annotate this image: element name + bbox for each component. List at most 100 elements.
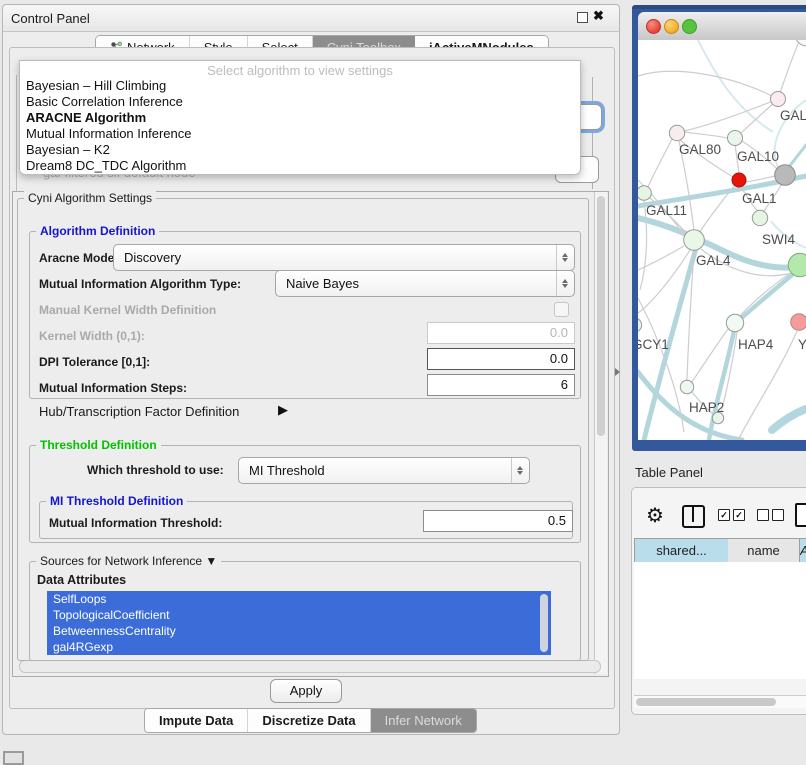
float-window-icon[interactable] bbox=[577, 12, 588, 23]
list-item[interactable]: gal4RGexp bbox=[47, 639, 551, 655]
scrollbar-thumb[interactable] bbox=[636, 698, 776, 706]
mi-type-combobox[interactable]: Naive Bayes bbox=[275, 270, 575, 297]
unchecked-checkbox-icon[interactable] bbox=[757, 509, 769, 521]
control-panel-title: Control Panel bbox=[11, 11, 90, 26]
window-restore-icon[interactable] bbox=[3, 751, 24, 765]
node-swi4[interactable] bbox=[752, 210, 767, 225]
combo-spinner-icon bbox=[556, 271, 574, 296]
scrollbar-thumb[interactable] bbox=[597, 196, 605, 436]
data-attributes-list[interactable]: SelfLoops TopologicalCoefficient Between… bbox=[47, 591, 551, 655]
which-threshold-combobox[interactable]: MI Threshold bbox=[238, 457, 530, 484]
collapse-arrow-icon[interactable]: ▼ bbox=[205, 554, 217, 568]
algorithm-definition-title: Algorithm Definition bbox=[36, 224, 159, 238]
mi-type-value: Naive Bayes bbox=[276, 276, 556, 291]
list-item[interactable]: SelfLoops bbox=[47, 591, 551, 607]
unchecked-checkbox-icon[interactable] bbox=[772, 509, 784, 521]
document-icon[interactable] bbox=[795, 503, 806, 527]
network-graph: GAL GAL80 GAL10 GAL1 GAL11 SWI4 GAL4 GCY… bbox=[638, 40, 806, 440]
popup-item-selected[interactable]: ARACNE Algorithm bbox=[26, 110, 146, 126]
algorithm-dropdown-popup: Select algorithm to view settings Bayesi… bbox=[19, 60, 581, 175]
network-canvas[interactable]: GAL GAL80 GAL10 GAL1 GAL11 SWI4 GAL4 GCY… bbox=[638, 40, 806, 440]
which-threshold-label: Which threshold to use: bbox=[87, 463, 224, 477]
sources-group-title: Sources for Network Inference ▼ bbox=[36, 554, 221, 568]
close-icon[interactable]: ✖ bbox=[593, 8, 604, 24]
popup-item[interactable]: Basic Correlation Inference bbox=[26, 94, 183, 110]
which-threshold-value: MI Threshold bbox=[239, 463, 511, 478]
node-label: GAL bbox=[780, 108, 806, 123]
node-hap2[interactable] bbox=[680, 380, 693, 393]
tab-impute-data[interactable]: Impute Data bbox=[145, 709, 248, 732]
gear-icon[interactable]: ⚙ bbox=[646, 503, 664, 528]
list-scrollbar-thumb[interactable] bbox=[540, 594, 548, 652]
mi-steps-label: Mutual Information Steps: bbox=[39, 381, 187, 395]
network-window-titlebar[interactable] bbox=[638, 12, 806, 41]
vertical-scrollbar[interactable] bbox=[594, 192, 607, 674]
horizontal-scrollbar[interactable] bbox=[19, 660, 601, 673]
node-label: HAP2 bbox=[689, 400, 724, 415]
node-label: GAL4 bbox=[696, 253, 731, 268]
table-horizontal-scrollbar[interactable] bbox=[634, 695, 806, 708]
column-header-clipped[interactable]: A bbox=[800, 538, 806, 563]
node-gal80[interactable] bbox=[669, 125, 684, 140]
split-view-icon[interactable] bbox=[682, 505, 705, 528]
list-item[interactable]: BetweennessCentrality bbox=[47, 623, 551, 639]
node-gray[interactable] bbox=[775, 165, 796, 186]
manual-kernel-label: Manual Kernel Width Definition bbox=[39, 303, 216, 317]
combo-spinner-icon bbox=[556, 245, 574, 270]
mi-type-label: Mutual Information Algorithm Type: bbox=[39, 277, 241, 291]
node-gcy1[interactable] bbox=[638, 318, 642, 331]
popup-prompt: Select algorithm to view settings bbox=[20, 63, 580, 78]
hub-definition-label[interactable]: Hub/Transcription Factor Definition bbox=[39, 404, 239, 419]
tab-discretize-data[interactable]: Discretize Data bbox=[248, 709, 370, 732]
mi-threshold-label: Mutual Information Threshold: bbox=[49, 516, 222, 530]
popup-item[interactable]: Dream8 DC_TDC Algorithm bbox=[26, 158, 186, 174]
node-gal4[interactable] bbox=[684, 230, 705, 251]
aracne-mode-combobox[interactable]: Discovery bbox=[113, 244, 575, 271]
table-panel-title: Table Panel bbox=[635, 465, 703, 480]
zoom-traffic-light-icon[interactable] bbox=[682, 19, 697, 34]
data-attributes-label: Data Attributes bbox=[37, 573, 126, 587]
node-label: GAL80 bbox=[679, 142, 721, 157]
hidden-groupbox-edge-left bbox=[16, 75, 17, 191]
settings-group-title: Cyni Algorithm Settings bbox=[24, 191, 156, 205]
node-label: GCY1 bbox=[638, 337, 669, 352]
checked-checkbox-icon[interactable]: ✓ bbox=[718, 509, 730, 521]
dpi-tolerance-field[interactable]: 0.0 bbox=[427, 348, 575, 370]
node-gal11[interactable] bbox=[638, 186, 651, 201]
node-red[interactable] bbox=[732, 173, 746, 187]
list-item[interactable]: TopologicalCoefficient bbox=[47, 607, 551, 623]
aracne-mode-value: Discovery bbox=[114, 250, 556, 265]
node-label: HAP4 bbox=[738, 337, 774, 352]
node-hap4[interactable] bbox=[726, 314, 743, 331]
popup-item[interactable]: Bayesian – K2 bbox=[26, 142, 110, 158]
sources-title-text: Sources for Network Inference bbox=[40, 554, 202, 568]
node-gal10[interactable] bbox=[728, 131, 743, 146]
bottom-tabstrip: Impute Data Discretize Data Infer Networ… bbox=[144, 708, 477, 733]
apply-button[interactable]: Apply bbox=[270, 679, 342, 703]
node-label: GAL1 bbox=[742, 191, 777, 206]
tab-infer-network[interactable]: Infer Network bbox=[371, 709, 476, 732]
mi-steps-field[interactable]: 6 bbox=[427, 374, 575, 396]
kernel-width-label: Kernel Width (0,1): bbox=[39, 329, 145, 343]
close-traffic-light-icon[interactable] bbox=[646, 19, 661, 34]
checked-checkbox-icon[interactable]: ✓ bbox=[733, 509, 745, 521]
column-header-name[interactable]: name bbox=[728, 538, 800, 563]
node[interactable] bbox=[771, 92, 786, 107]
kernel-width-field[interactable]: 0.0 bbox=[427, 322, 575, 344]
popup-item[interactable]: Mutual Information Inference bbox=[26, 126, 191, 142]
splitter-handle-icon[interactable] bbox=[615, 368, 624, 376]
node-label: GAL11 bbox=[646, 203, 687, 218]
table-body[interactable]: YDL19...YDL19...13 YDR27...YDR27...12 YB… bbox=[634, 562, 806, 679]
control-panel-window: Control Panel ✖ Network Style Select Cyn… bbox=[2, 4, 620, 735]
node-label: Y bbox=[798, 337, 806, 352]
popup-item[interactable]: Bayesian – Hill Climbing bbox=[26, 78, 166, 94]
manual-kernel-checkbox[interactable] bbox=[554, 302, 569, 317]
control-panel-titlebar[interactable]: Control Panel ✖ bbox=[3, 5, 619, 32]
aracne-mode-label: Aracne Mode: bbox=[39, 251, 118, 265]
node[interactable] bbox=[795, 40, 806, 46]
minimize-traffic-light-icon[interactable] bbox=[664, 19, 679, 34]
node-salmon[interactable] bbox=[791, 314, 806, 331]
column-header-shared[interactable]: shared... bbox=[634, 538, 729, 563]
expand-arrow-icon[interactable]: ▶ bbox=[278, 402, 288, 418]
mi-threshold-field[interactable]: 0.5 bbox=[423, 510, 573, 532]
